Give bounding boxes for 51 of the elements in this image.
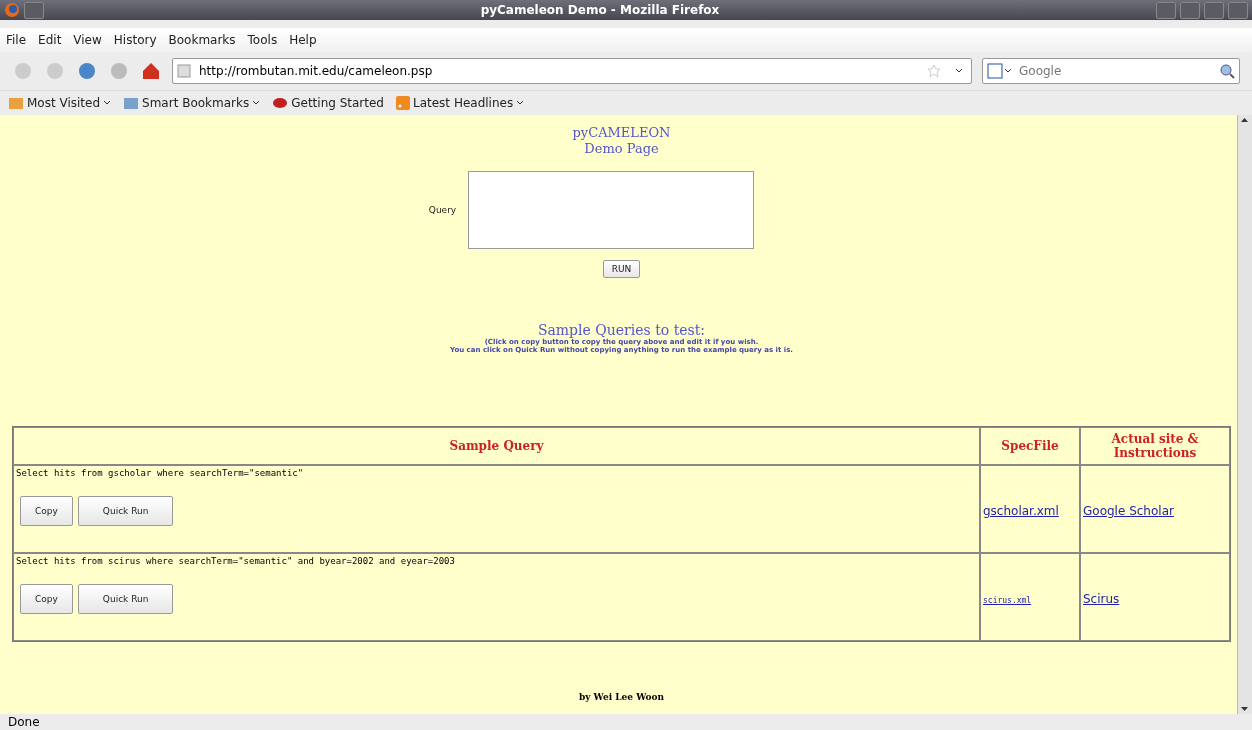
bookmark-item[interactable]: Most Visited <box>8 96 112 110</box>
menu-item[interactable]: File <box>6 33 27 47</box>
menu-item[interactable]: Help <box>289 33 317 47</box>
window-menu-button[interactable] <box>24 1 44 19</box>
address-bar[interactable]: http://rombutan.mit.edu/cameleon.psp <box>172 58 972 84</box>
bookmark-item[interactable]: Getting Started <box>272 96 384 110</box>
page-subtitle: Demo Page <box>584 141 659 157</box>
bookmark-item[interactable]: Latest Headlines <box>396 96 525 110</box>
quick-run-button[interactable]: Quick Run <box>77 584 174 614</box>
star-icon[interactable] <box>927 64 941 78</box>
menu-item[interactable]: Tools <box>247 33 278 47</box>
folder-icon <box>8 96 24 110</box>
samples-heading: Sample Queries to test: <box>537 322 706 338</box>
quick-run-button[interactable]: Quick Run <box>77 496 174 526</box>
specfile-link[interactable]: scirus.xml <box>983 595 1032 605</box>
column-header: SpecFile <box>980 427 1080 465</box>
google-engine-icon[interactable] <box>987 63 1013 79</box>
status-text: Done <box>7 714 41 730</box>
maximize-button[interactable] <box>1204 1 1224 19</box>
scroll-up-icon[interactable] <box>1238 115 1251 125</box>
rss-icon <box>396 96 410 110</box>
menu-item[interactable]: Edit <box>38 33 62 47</box>
search-field[interactable]: Google <box>982 58 1240 84</box>
specfile-link[interactable]: gscholar.xml <box>983 503 1059 518</box>
menu-item[interactable]: View <box>73 33 102 47</box>
firefox-logo-icon <box>4 2 20 18</box>
menu-item[interactable]: Bookmarks <box>168 33 236 47</box>
scroll-down-icon[interactable] <box>1238 704 1251 714</box>
menu-item[interactable]: History <box>113 33 157 47</box>
folder-icon <box>123 96 140 110</box>
column-header: Sample Query <box>13 427 980 465</box>
query-label: Query <box>428 205 457 215</box>
minimize-button[interactable] <box>1180 1 1200 19</box>
window-title: pyCameleon Demo - Mozilla Firefox <box>479 3 721 17</box>
site-link[interactable]: Scirus <box>1083 591 1120 606</box>
query-text: Select hits from gscholar where searchTerm="semantic" <box>16 467 305 480</box>
run-button[interactable]: RUN <box>602 260 641 278</box>
copy-button[interactable]: Copy <box>20 496 73 526</box>
copy-button[interactable]: Copy <box>20 584 73 614</box>
page-icon <box>177 64 191 78</box>
search-icon[interactable] <box>1219 63 1235 79</box>
column-header: Actual site & Instructions <box>1080 427 1230 465</box>
query-text: Select hits from scirus where searchTerm="semantic" and byear=2002 and eyear=2003 <box>16 555 456 568</box>
site-link[interactable]: Google Scholar <box>1083 503 1174 518</box>
page-title: pyCAMELEON <box>572 125 671 141</box>
address-field[interactable]: http://rombutan.mit.edu/cameleon.psp <box>197 63 921 79</box>
home-icon[interactable] <box>140 60 162 82</box>
close-button[interactable] <box>1228 1 1248 19</box>
author-credit: by Wei Lee Woon <box>578 692 665 702</box>
bookmark-item[interactable]: Smart Bookmarks <box>123 96 261 110</box>
shade-button[interactable] <box>1156 1 1176 19</box>
